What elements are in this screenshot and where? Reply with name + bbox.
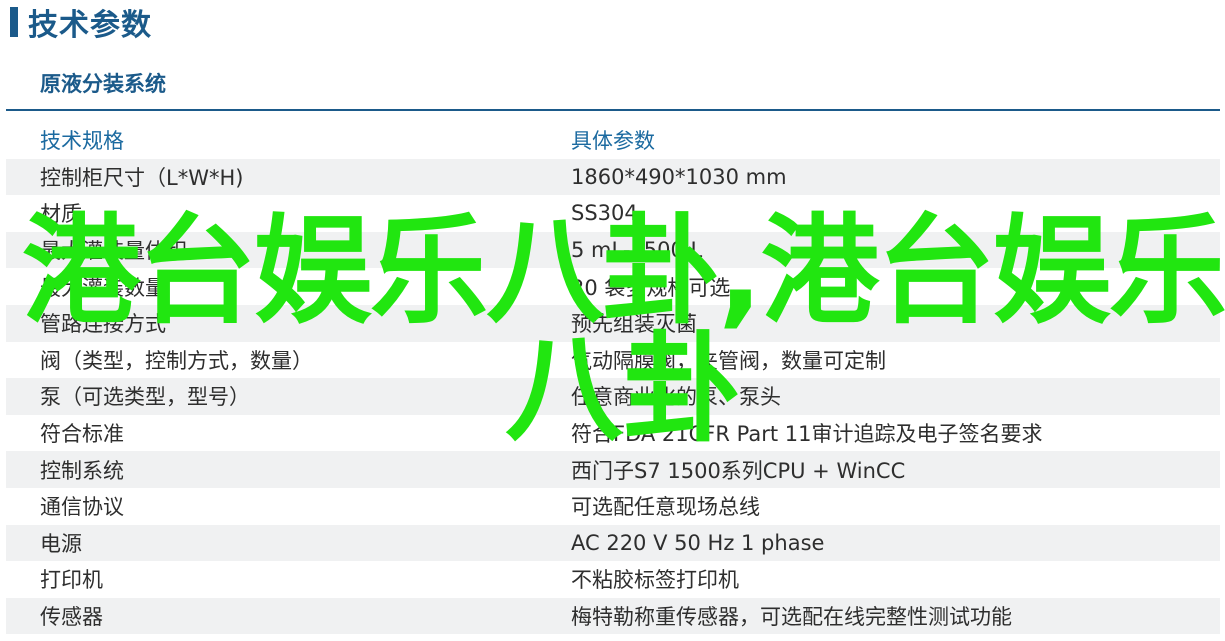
spec-value-cell: 预先组装灭菌 (571, 304, 1220, 342)
table-row: 符合标准 符合FDA 21CFR Part 11审计追踪及电子签名要求 (6, 415, 1220, 452)
table-row: 泵（可选类型，型号） 任意商业化的泵、泵头 (6, 378, 1220, 415)
spec-value-cell: 5 mL-1500 L (571, 231, 1220, 269)
table-row: 打印机 不粘胶标签打印机 (6, 561, 1220, 598)
spec-name-cell: 最大灌装数量 (40, 275, 166, 300)
spec-value-cell: 20 袋多规格可选 (571, 275, 731, 300)
table-header-row: 技术规格 具体参数 (6, 122, 1220, 159)
table-row: 材质 SS304 (6, 195, 1220, 232)
spec-name-cell: 阀（类型，控制方式，数量） (40, 348, 313, 373)
spec-name-cell: 最大灌装量体积 (6, 231, 571, 269)
table-row: 阀（类型，控制方式，数量） 气动隔膜阀，夹管阀，数量可定制 (6, 342, 1220, 379)
spec-name-cell: 控制系统 (6, 451, 571, 488)
spec-value-cell: AC 220 V 50 Hz 1 phase (571, 524, 1220, 562)
table-row: 电源 AC 220 V 50 Hz 1 phase (6, 524, 1220, 562)
table-row: 控制系统 西门子S7 1500系列CPU + WinCC (6, 451, 1220, 488)
section-title: 原液分装系统 (40, 72, 166, 96)
header-accent-bar (10, 7, 18, 37)
spec-name-cell: 电源 (6, 524, 571, 562)
spec-value-cell: SS304 (571, 201, 638, 226)
spec-name-cell: 材质 (40, 202, 82, 227)
table-row: 通信协议 可选配任意现场总线 (6, 488, 1220, 525)
section-divider (6, 109, 1220, 111)
spec-name-cell: 符合标准 (40, 422, 124, 447)
table-row: 传感器 梅特勒称重传感器，可选配在线完整性测试功能 (6, 597, 1220, 635)
spec-table: 技术规格 具体参数 控制柜尺寸（L*W*H) 1860*490*1030 mm 材质… (6, 122, 1220, 635)
spec-value-cell: 不粘胶标签打印机 (571, 568, 739, 593)
spec-value-cell: 西门子S7 1500系列CPU + WinCC (571, 451, 1220, 488)
spec-value-cell: 气动隔膜阀，夹管阀，数量可定制 (571, 348, 886, 373)
column-header-spec: 技术规格 (40, 129, 124, 154)
spec-name-cell: 传感器 (6, 597, 571, 635)
spec-value-cell: 梅特勒称重传感器，可选配在线完整性测试功能 (571, 597, 1220, 635)
table-row: 最大灌装数量 20 袋多规格可选 (6, 268, 1220, 305)
page-title: 技术参数 (28, 8, 152, 43)
spec-name-cell: 泵（可选类型，型号） (6, 378, 571, 415)
spec-name-cell: 通信协议 (40, 495, 124, 520)
table-row: 管路连接方式 预先组装灭菌 (6, 304, 1220, 342)
page-header: 技术参数 (10, 4, 152, 43)
table-row: 控制柜尺寸（L*W*H) 1860*490*1030 mm (6, 158, 1220, 196)
spec-value-cell: 可选配任意现场总线 (571, 495, 760, 520)
spec-name-cell: 打印机 (40, 568, 103, 593)
spec-value-cell: 1860*490*1030 mm (571, 158, 1220, 196)
spec-value-cell: 符合FDA 21CFR Part 11审计追踪及电子签名要求 (571, 422, 1043, 447)
column-header-value: 具体参数 (571, 129, 655, 154)
table-row: 最大灌装量体积 5 mL-1500 L (6, 231, 1220, 269)
spec-name-cell: 管路连接方式 (6, 304, 571, 342)
spec-value-cell: 任意商业化的泵、泵头 (571, 378, 1220, 415)
spec-name-cell: 控制柜尺寸（L*W*H) (6, 158, 571, 196)
